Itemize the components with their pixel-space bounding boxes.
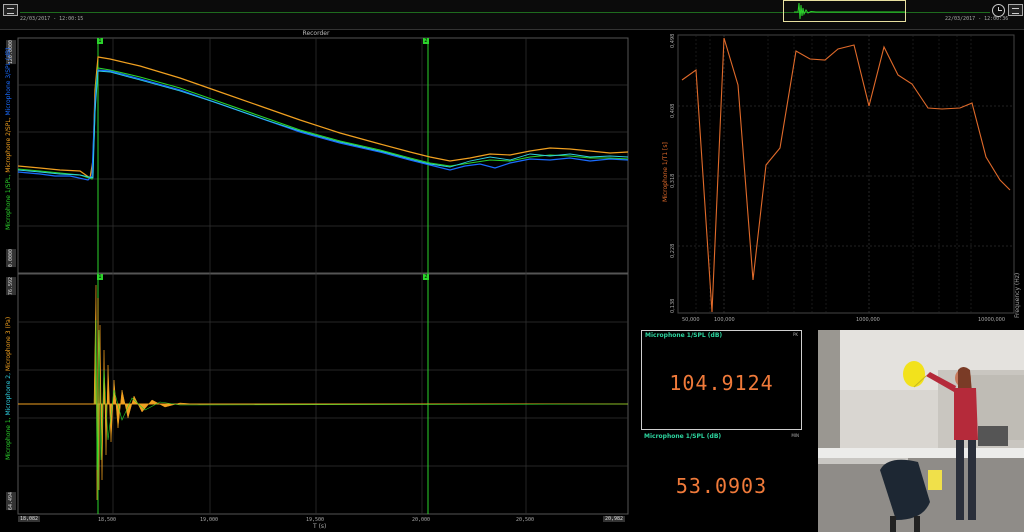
meter-peak-mode: PK bbox=[792, 332, 798, 337]
clock-icon[interactable] bbox=[992, 4, 1005, 17]
freq-x-tick: 50,000 bbox=[682, 317, 700, 323]
x-tick: 20,000 bbox=[412, 517, 431, 523]
freq-x-tick: 100,000 bbox=[714, 317, 735, 323]
recorder-panel[interactable]: Recorder 1 2 1 2 120.0000 Microphone 1/S… bbox=[0, 30, 632, 530]
video-feed[interactable] bbox=[818, 330, 1024, 532]
meter-peak[interactable]: Microphone 1/SPL (dB) PK 104.9124 bbox=[641, 330, 802, 430]
x-tick: 19,000 bbox=[200, 517, 219, 523]
frequency-panel[interactable]: Microphone 1/T1 [s] Frequency (Hz) 0,498… bbox=[640, 30, 1024, 326]
frequency-trace bbox=[681, 37, 1011, 313]
zoom-in-icon[interactable] bbox=[1008, 4, 1023, 16]
x-axis-end: 20,982 bbox=[603, 516, 626, 522]
timeline-bar[interactable]: 22/03/2017 - 12:00:15 22/03/2017 - 12:00… bbox=[0, 0, 1024, 30]
x-tick: 18,500 bbox=[98, 517, 117, 523]
freq-y-tick: 0,498 bbox=[670, 33, 676, 48]
x-tick: 20,500 bbox=[516, 517, 535, 523]
freq-y-tick: 0,138 bbox=[670, 298, 676, 313]
top-y-axis-label: Microphone 1/SPL, Microphone 2/SPL, Micr… bbox=[5, 47, 12, 231]
cursor-1-tag-bottom[interactable]: 1 bbox=[97, 274, 103, 280]
cursor-2-tag-bottom[interactable]: 2 bbox=[423, 274, 429, 280]
freq-y-tick: 0,228 bbox=[670, 243, 676, 258]
freq-y-tick: 0,408 bbox=[670, 103, 676, 118]
bottom-y-min: 64.494 bbox=[6, 492, 16, 511]
meter-peak-title: Microphone 1/SPL (dB) bbox=[645, 332, 723, 339]
cursor-2-tag-top[interactable]: 2 bbox=[423, 38, 429, 44]
frequency-y-label: Microphone 1/T1 [s] bbox=[662, 142, 669, 202]
x-axis-start: 18,082 bbox=[18, 516, 41, 522]
freq-x-tick: 1000,000 bbox=[856, 317, 880, 323]
frequency-plot[interactable] bbox=[640, 30, 1024, 326]
frequency-x-label: Frequency (Hz) bbox=[1014, 272, 1021, 318]
bottom-y-axis-label: Microphone 1, Microphone 2, Microphone 3… bbox=[5, 316, 12, 460]
freq-x-tick: 10000,000 bbox=[978, 317, 1006, 323]
meter-min-value: 53.0903 bbox=[675, 474, 768, 498]
zoom-out-icon[interactable] bbox=[3, 4, 18, 16]
top-y-min: 0.0000 bbox=[6, 249, 16, 268]
trace-mic2-spl bbox=[17, 69, 629, 181]
meter-min-mode: MIN bbox=[791, 433, 799, 438]
timeline-view-window[interactable] bbox=[783, 0, 906, 22]
x-axis-title: T (s) bbox=[313, 523, 327, 530]
cursor-1-tag-top[interactable]: 1 bbox=[97, 38, 103, 44]
meter-peak-value: 104.9124 bbox=[669, 371, 774, 395]
meter-min-title: Microphone 1/SPL (dB) bbox=[644, 433, 722, 440]
freq-y-tick: 0,318 bbox=[670, 173, 676, 188]
top-y-mid: 76.592 bbox=[6, 277, 16, 296]
timeline-start-time: 22/03/2017 - 12:00:15 bbox=[20, 16, 84, 22]
trace-cyan-spl bbox=[17, 70, 629, 179]
meter-minimum[interactable]: Microphone 1/SPL (dB) MIN 53.0903 bbox=[641, 432, 802, 532]
trace-mic-pressure-green bbox=[94, 319, 629, 471]
recorder-plots[interactable] bbox=[0, 30, 632, 530]
